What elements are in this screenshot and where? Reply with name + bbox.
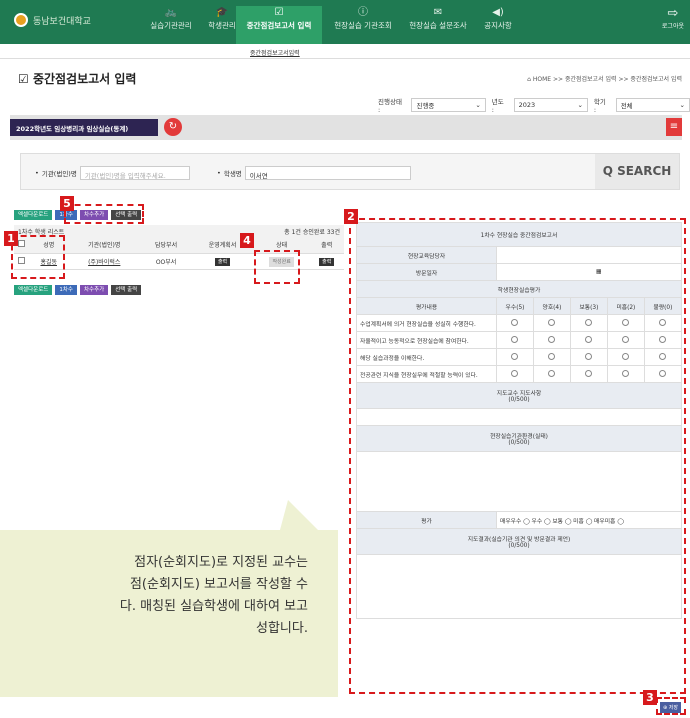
nav-item-survey[interactable]: ✉ 현장실습 설문조사 [402,6,474,44]
logout-button[interactable]: ⇨ 로그아웃 [662,6,684,30]
add-round-button[interactable]: 차수추가 [80,285,109,295]
page-title: ☑ 중간점검보고서 입력 [18,72,137,86]
search-icon: Q [602,164,618,178]
bike-icon: 🚲 [164,7,178,18]
refresh-icon[interactable]: ↻ [164,118,182,136]
message-icon: ✉ [433,7,443,18]
plan-print-button[interactable]: 출력 [214,257,231,266]
chevron-down-icon: ⌄ [577,101,583,109]
org-search-field: • 기관(법인)명 기관(법인)명을 입력해주세요. [35,166,190,180]
print-selected-button[interactable]: 선택 출력 [111,285,142,295]
nav-item-site-management[interactable]: 🚲 실습기관관리 [143,6,199,44]
filter-bar: 진행상태 : 진행중 ⌄ 년도 : 2023 ⌄ 학기 : 전체 ⌄ [378,96,690,114]
org-input[interactable]: 기관(법인)명을 입력해주세요. [79,166,190,180]
marker-2: 2 [344,209,358,224]
info-icon: ⓘ [358,7,368,18]
org-link[interactable]: (주)바이럭스 [67,253,141,270]
highlight-box-1 [11,235,65,279]
row-print-button[interactable]: 출력 [319,257,335,266]
marker-4: 4 [240,233,254,248]
search-button[interactable]: Q SEARCH [595,154,679,189]
year-label: 년도 : [491,98,504,114]
nav-item-interim-report[interactable]: ☑ 중간점검보고서 입력 [236,6,322,44]
excel-download-button[interactable]: 엑셀다운로드 [14,285,53,295]
bottom-button-row: 엑셀다운로드 1차수 차수추가 선택 출력 [14,285,142,295]
chevron-down-icon: ⌄ [679,101,685,109]
student-search-field: • 학생명 이서연 [217,166,411,180]
highlight-box-5 [64,204,144,224]
top-navigation: 동남보건대학교 🚲 실습기관관리 🎓 학생관리 ☑ 중간점검보고서 입력 ⓘ 현장실습 … [0,0,690,44]
status-select[interactable]: 진행중 ⌄ [411,98,486,112]
status-label: 진행상태 : [378,98,402,114]
student-input[interactable]: 이서연 [244,166,411,180]
excel-download-button[interactable]: 엑셀다운로드 [14,210,53,220]
marker-3: 3 [643,690,657,705]
highlight-box-3 [656,697,686,715]
term-select[interactable]: 전체 ⌄ [615,98,690,112]
marker-5: 5 [60,196,74,211]
chevron-down-icon: ⌄ [475,101,481,109]
highlight-box-4 [254,250,300,284]
logo-mark [14,13,28,27]
round1-button[interactable]: 1차수 [55,285,77,295]
course-tag: 2022학년도 임상병리과 임상실습(동계) [10,119,158,136]
nav-item-site-lookup[interactable]: ⓘ 현장실습 기관조회 [328,6,398,44]
course-bar: 2022학년도 임상병리과 임상실습(동계) ↻ ≡ [10,115,682,140]
search-panel: • 기관(법인)명 기관(법인)명을 입력해주세요. • 학생명 이서연 Q SEA… [20,153,680,190]
logout-icon: ⇨ [667,6,679,21]
year-select[interactable]: 2023 ⌄ [513,98,588,112]
logo[interactable]: 동남보건대학교 [14,13,91,27]
nav-item-notice[interactable]: ◀) 공지사항 [478,6,518,44]
logo-text: 동남보건대학교 [33,16,91,27]
highlight-box-2 [349,218,686,694]
divider [0,58,690,59]
speaker-icon: ◀) [492,7,504,18]
term-label: 학기 : [593,98,606,114]
edit-icon: ☑ [18,72,33,86]
breadcrumb: ⌂ HOME >> 중간점검보고서 입력 >> 중간점검보고서 입력 [527,76,682,83]
menu-icon[interactable]: ≡ [666,118,682,136]
checkbox-icon: ☑ [274,7,284,18]
sub-navigation-link[interactable]: 중간점검보고서입력 [250,48,300,57]
explanation-callout: 점자(순회지도)로 지정된 교수는 점(순회지도) 보고서를 작성할 수 다. … [0,500,338,697]
marker-1: 1 [4,231,18,246]
